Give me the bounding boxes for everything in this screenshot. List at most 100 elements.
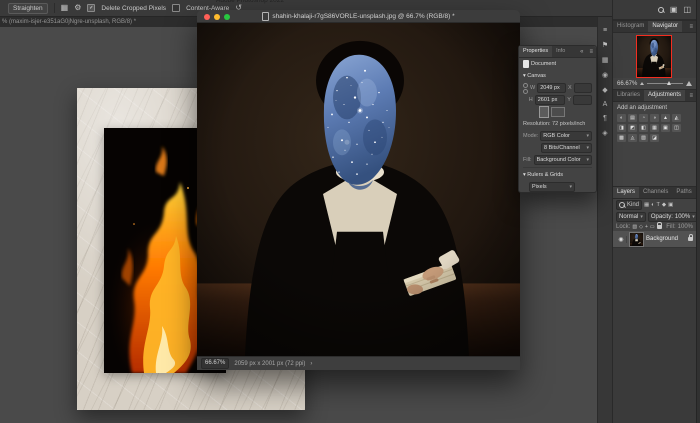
clone-source-icon[interactable]: ◈ — [602, 129, 607, 137]
posterize-icon[interactable]: ▩ — [617, 134, 626, 142]
document-label: Document — [531, 61, 556, 67]
pixel-layer-filter-icon[interactable]: ▦ — [644, 202, 649, 208]
brushes-icon[interactable]: ◆ — [602, 86, 607, 94]
gradient-map-icon[interactable]: ▨ — [639, 134, 648, 142]
width-field[interactable]: 2049 px — [537, 83, 566, 93]
portrait-orientation-button[interactable] — [539, 106, 549, 118]
vibrance-icon[interactable]: ▲ — [661, 114, 670, 122]
adjustment-layer-filter-icon[interactable]: ◐ — [651, 202, 654, 208]
photo-filter-icon[interactable]: ◧ — [639, 124, 648, 132]
panel-menu-icon[interactable]: ≡ — [586, 49, 596, 55]
canvas-section-header[interactable]: ▾ Canvas — [519, 70, 596, 82]
lock-transparency-icon[interactable]: ▨ — [632, 224, 637, 230]
brightness-contrast-icon[interactable]: ◐ — [617, 114, 626, 122]
zoom-slider[interactable] — [647, 83, 683, 84]
color-lookup-icon[interactable]: ▣ — [661, 124, 670, 132]
panel-menu-icon[interactable]: ≡ — [686, 93, 696, 99]
black-white-icon[interactable]: ◩ — [628, 124, 637, 132]
navigator-proxy-view[interactable] — [636, 35, 672, 78]
units-row: Pixels▾ — [519, 181, 596, 193]
visibility-eye-icon[interactable]: ◉ — [616, 236, 627, 243]
bit-depth-dropdown[interactable]: 8 Bits/Channel▾ — [541, 143, 592, 153]
tab-properties[interactable]: Properties — [519, 46, 552, 57]
width-label: W — [530, 85, 535, 91]
levels-icon[interactable]: ▤ — [628, 114, 637, 122]
character-icon[interactable]: A — [603, 101, 608, 108]
straighten-button[interactable]: Straighten — [8, 3, 48, 14]
layer-name[interactable]: Background — [646, 236, 685, 242]
lock-pixels-icon[interactable]: ◇ — [639, 224, 643, 230]
blend-opacity-row: Normal▾ Opacity: 100% ▾ — [613, 211, 696, 222]
zoom-out-icon[interactable] — [640, 82, 644, 85]
tab-navigator[interactable]: Navigator — [648, 21, 682, 32]
tab-histogram[interactable]: Histogram — [613, 21, 648, 32]
fill-label: Fill: — [666, 224, 675, 230]
rulers-grids-section-header[interactable]: ▾ Rulers & Grids — [519, 169, 596, 181]
lock-artboard-icon[interactable]: ▭ — [650, 224, 655, 230]
gear-icon[interactable]: ⚙ — [74, 4, 81, 12]
units-dropdown[interactable]: Pixels▾ — [529, 182, 575, 192]
delete-cropped-pixels-checkbox[interactable]: ✓ — [87, 4, 95, 12]
layer-thumbnail[interactable] — [630, 233, 643, 246]
y-label: Y — [567, 97, 571, 103]
x-field[interactable] — [574, 83, 592, 93]
hue-saturation-icon[interactable]: ◭ — [672, 114, 681, 122]
mode-label: Mode: — [523, 133, 538, 139]
paragraph-icon[interactable]: ¶ — [603, 115, 607, 122]
info-icon[interactable]: ◉ — [602, 71, 608, 79]
adjustments-tab-strip: Libraries Adjustments ≡ — [613, 89, 696, 102]
content-aware-checkbox[interactable] — [172, 4, 180, 12]
zoom-in-icon[interactable] — [686, 81, 692, 86]
selective-color-icon[interactable]: ◪ — [650, 134, 659, 142]
tab-paths[interactable]: Paths — [672, 187, 695, 198]
swatches-icon[interactable]: ▦ — [602, 56, 609, 64]
tab-info[interactable]: Info — [552, 46, 569, 57]
properties-panel: Properties Info « ≡ Document ▾ Canvas W … — [518, 45, 597, 193]
y-field[interactable] — [573, 95, 592, 105]
navigator-tab-strip: Histogram Navigator ≡ — [613, 20, 696, 33]
layer-filter-kind-dropdown[interactable]: Kind — [616, 200, 642, 210]
lock-all-icon[interactable] — [657, 225, 662, 229]
tab-channels[interactable]: Channels — [639, 187, 672, 198]
landscape-orientation-button[interactable] — [551, 107, 565, 117]
tab-layers[interactable]: Layers — [613, 187, 639, 198]
search-icon[interactable] — [658, 7, 664, 13]
lock-position-icon[interactable]: + — [645, 224, 648, 230]
zoom-level-field[interactable]: 66.67% — [201, 358, 229, 369]
grid-overlay-icon[interactable]: ▦ — [61, 4, 69, 12]
app-window-title: Adobe Photoshop 2022 — [216, 0, 284, 6]
document-status-bar: 66.67% 2059 px x 2001 px (72 ppi) › — [197, 356, 520, 370]
smart-object-filter-icon[interactable]: ▣ — [668, 202, 673, 208]
color-balance-icon[interactable]: ◨ — [617, 124, 626, 132]
tab-adjustments[interactable]: Adjustments — [644, 90, 685, 101]
fill-value[interactable]: 100% — [678, 224, 693, 230]
channel-mixer-icon[interactable]: ▦ — [650, 124, 659, 132]
blend-mode-dropdown[interactable]: Normal▾ — [616, 212, 646, 222]
status-chevron-icon[interactable]: › — [310, 361, 312, 367]
height-field[interactable]: 2601 px — [535, 95, 565, 105]
curves-icon[interactable]: ◔ — [639, 114, 648, 122]
layer-row-background[interactable]: ◉ Background — [613, 231, 696, 248]
canvas-fill-dropdown[interactable]: Background Color▾ — [534, 155, 592, 165]
invert-icon[interactable]: ◫ — [672, 124, 681, 132]
comments-icon[interactable]: ⚑ — [602, 41, 608, 49]
color-mode-dropdown[interactable]: RGB Color▾ — [540, 131, 592, 141]
opacity-dropdown[interactable]: Opacity: 100% ▾ — [648, 212, 698, 222]
portrait-canvas[interactable] — [197, 23, 520, 356]
bit-depth-row: 8 Bits/Channel▾ — [519, 142, 596, 154]
capture-icon[interactable]: ◫ — [683, 5, 691, 14]
threshold-icon[interactable]: ◬ — [628, 134, 637, 142]
exposure-icon[interactable]: ◑ — [650, 114, 659, 122]
panel-dock: ▣ ◫ Histogram Navigator ≡ 66.67% Librari… — [612, 0, 696, 423]
shape-layer-filter-icon[interactable]: ◆ — [662, 202, 666, 208]
link-dimensions-icon[interactable] — [523, 83, 528, 94]
navigator-zoom-value[interactable]: 66.67% — [617, 81, 637, 87]
type-layer-filter-icon[interactable]: T — [657, 202, 660, 208]
workspace-icon[interactable]: ▣ — [670, 5, 678, 14]
collapse-panel-icon[interactable]: « — [577, 49, 586, 55]
tab-libraries[interactable]: Libraries — [613, 90, 644, 101]
panel-menu-icon[interactable]: ≡ — [686, 24, 696, 30]
zoom-slider-thumb[interactable] — [667, 81, 671, 85]
window-titlebar[interactable]: shahin-khalaji-r7gS86VORLE-unsplash.jpg … — [197, 10, 520, 23]
history-icon[interactable]: ≡ — [603, 27, 607, 34]
